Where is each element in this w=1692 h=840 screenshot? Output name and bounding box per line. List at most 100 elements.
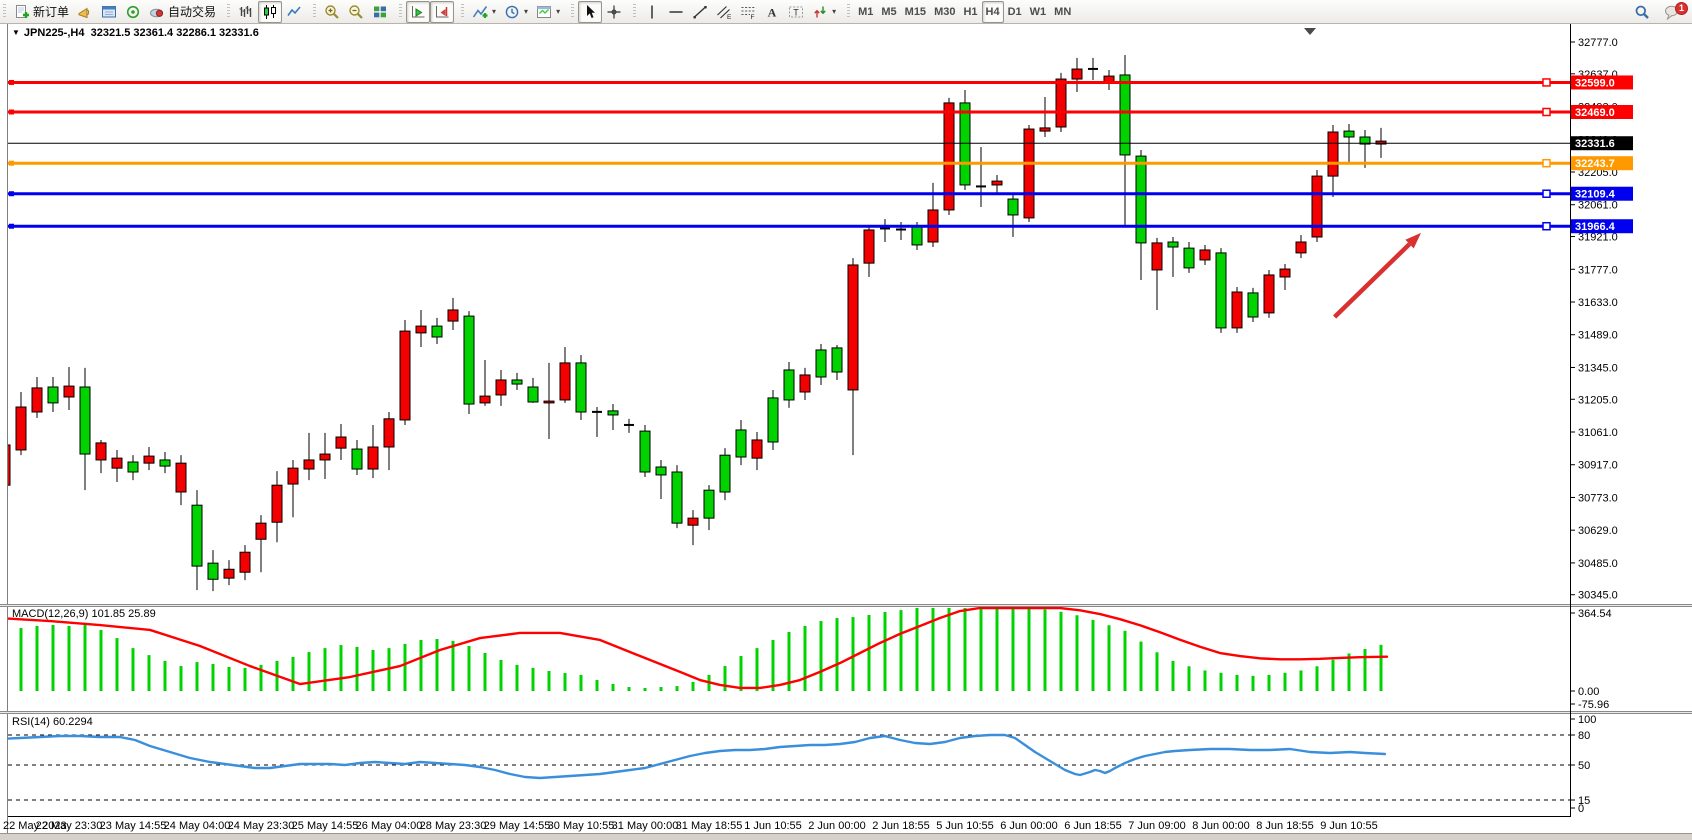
notifications-button[interactable]: 1 [1660,1,1684,23]
bearish-candle [224,569,234,578]
macd-histogram-bar [1076,615,1079,691]
line-right-handle[interactable] [1543,109,1550,116]
crosshair-icon [606,4,622,20]
macd-histogram-bar [468,646,471,691]
toolbar-grip[interactable] [313,4,316,19]
one-click-trading-arrow[interactable]: ▼ [12,28,20,37]
toolbar-grip[interactable] [399,4,402,19]
trendline-button[interactable] [688,1,712,23]
arrows-button[interactable]: ▾ [808,1,840,23]
tf-mn-button[interactable]: MN [1050,1,1075,23]
line-chart-button[interactable] [282,1,306,23]
candlestick-chart-button[interactable] [258,1,282,23]
toolbar-grip[interactable] [3,4,6,19]
templates-button[interactable]: ▾ [532,1,564,23]
tf-h4-button[interactable]: H4 [982,1,1004,23]
bearish-candle [1312,176,1322,237]
crosshair-button[interactable] [602,1,626,23]
bearish-candle [1040,128,1050,131]
tf-m30-button[interactable]: M30 [930,1,959,23]
macd-histogram-bar [628,687,631,691]
line-right-handle[interactable] [1543,79,1550,86]
price-tick-label: 31205.0 [1578,394,1618,406]
text-label-button[interactable]: T [784,1,808,23]
macd-histogram-bar [484,653,487,691]
text-button[interactable]: A [760,1,784,23]
macd-histogram-bar [804,626,807,691]
line-right-handle[interactable] [1543,223,1550,230]
zoom-in-button[interactable] [320,1,344,23]
indicators-button[interactable]: ▾ [468,1,500,23]
cursor-icon [582,4,598,20]
search-button[interactable] [1630,1,1654,23]
chevron-down-icon[interactable]: ▾ [524,7,528,16]
chevron-down-icon[interactable]: ▾ [556,7,560,16]
macd-histogram-bar [132,648,135,691]
line-left-handle[interactable] [9,191,14,196]
line-left-handle[interactable] [9,80,14,85]
alerts-button[interactable] [73,1,97,23]
toolbar-grip[interactable] [461,4,464,19]
window-bottom-edge [0,833,1692,840]
text-a-icon: A [764,4,780,20]
macd-histogram-bar [452,641,455,691]
periods-button[interactable]: ▾ [500,1,532,23]
toolbar-grip[interactable] [571,4,574,19]
bearish-candle [992,181,1002,185]
horn-icon [77,4,93,20]
clock-icon [504,4,520,20]
auto-scroll-button[interactable] [406,1,430,23]
tf-m30-label: M30 [934,6,955,18]
bullish-candle [720,455,730,492]
tf-d1-button[interactable]: D1 [1004,1,1026,23]
bearish-candle [1152,243,1162,270]
toolbar-grip[interactable] [847,4,850,19]
macd-histogram-bar [820,621,823,691]
macd-histogram-bar [1028,608,1031,691]
signals-button[interactable] [121,1,145,23]
zoom-out-button[interactable] [344,1,368,23]
chart-shift-button[interactable] [430,1,454,23]
tf-w1-label: W1 [1030,6,1047,18]
new-order-button[interactable]: 新订单 [10,1,73,23]
tf-m15-button[interactable]: M15 [901,1,930,23]
macd-histogram-bar [436,639,439,691]
macd-histogram-bar [1012,608,1015,691]
bearish-candle [560,363,570,400]
tf-h1-button[interactable]: H1 [959,1,981,23]
bearish-candle [1232,292,1242,328]
line-right-handle[interactable] [1543,190,1550,197]
equidistant-channel-button[interactable]: E [712,1,736,23]
toolbar-grip[interactable] [227,4,230,19]
fibonacci-button[interactable]: F [736,1,760,23]
tf-m1-button[interactable]: M1 [854,1,877,23]
line-left-handle[interactable] [9,110,14,115]
bearish-candle [336,437,346,448]
horizontal-line-button[interactable] [664,1,688,23]
chevron-down-icon[interactable]: ▾ [492,7,496,16]
tf-m5-button[interactable]: M5 [877,1,900,23]
bearish-candle [1280,269,1290,277]
auto-trading-button[interactable]: 自动交易 [145,1,220,23]
toolbar-grip[interactable] [633,4,636,19]
line-left-handle[interactable] [9,161,14,166]
tile-windows-button[interactable] [368,1,392,23]
autotrade-icon [149,4,165,20]
macd-histogram-bar [1204,670,1207,691]
chevron-down-icon[interactable]: ▾ [832,7,836,16]
tf-w1-button[interactable]: W1 [1026,1,1051,23]
price-tick-label: 30485.0 [1578,558,1618,570]
bearish-candle [1072,69,1082,79]
vertical-line-button[interactable] [640,1,664,23]
line-left-handle[interactable] [9,224,14,229]
market-watch-button[interactable] [97,1,121,23]
line-right-handle[interactable] [1543,160,1550,167]
bearish-candle [240,552,250,572]
time-tick-label: 28 May 23:30 [420,820,487,832]
time-tick-label: 6 Jun 00:00 [1000,820,1058,832]
bearish-candle [1328,132,1338,176]
svg-text:F: F [751,14,755,20]
bearish-candle [288,468,298,484]
cursor-button[interactable] [578,1,602,23]
bar-chart-button[interactable] [234,1,258,23]
